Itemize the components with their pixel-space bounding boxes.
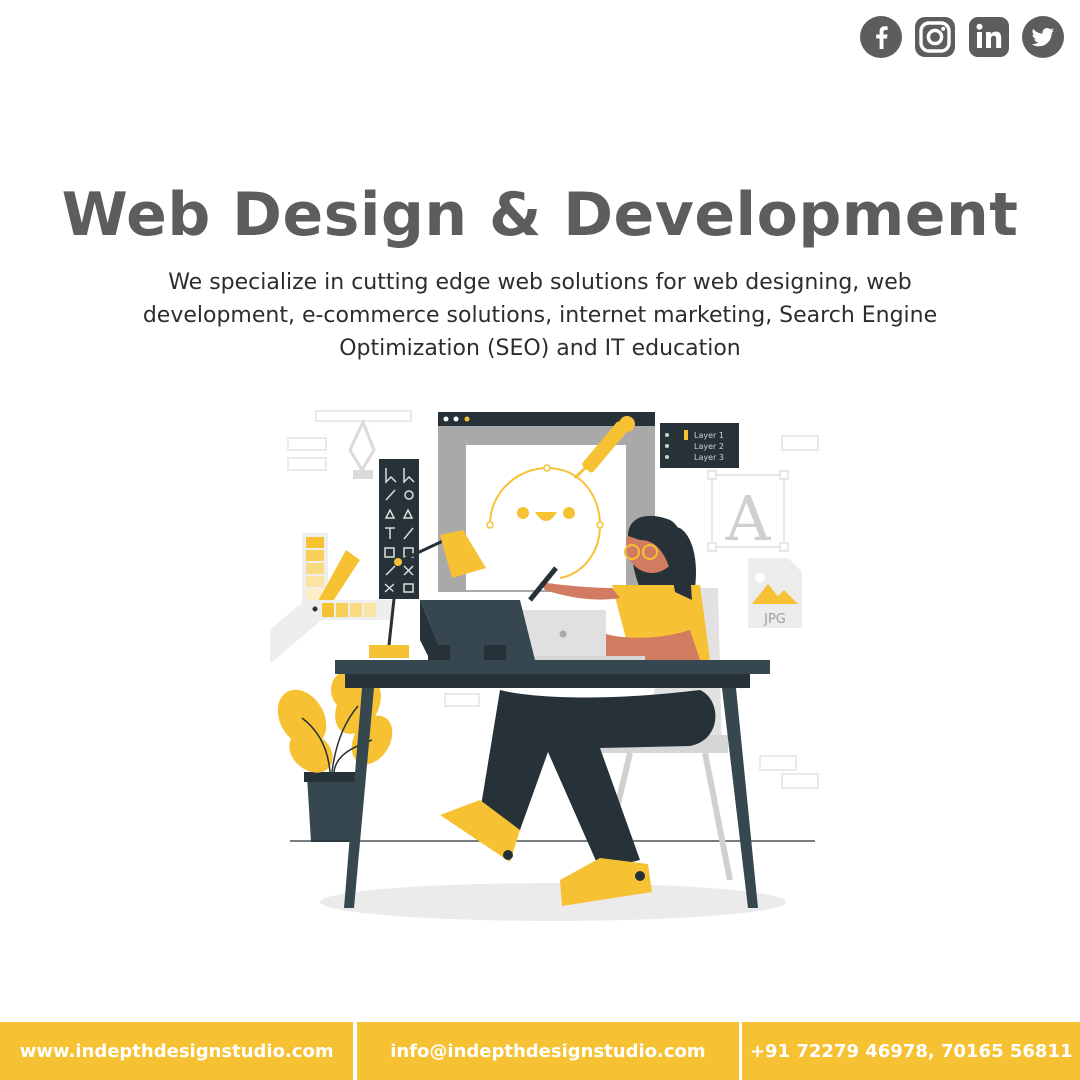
twitter-icon[interactable] — [1022, 16, 1064, 58]
layers-panel: Layer 1 Layer 2 Layer 3 — [660, 423, 739, 468]
pen-tool-icon — [348, 418, 376, 479]
designer-illustration: Layer 1 Layer 2 Layer 3 A JPG — [270, 410, 819, 921]
page-title: Web Design & Development — [61, 180, 1019, 250]
tools-panel — [379, 459, 419, 599]
svg-text:A: A — [725, 482, 772, 555]
svg-text:Layer 3: Layer 3 — [694, 453, 724, 462]
svg-text:Layer 2: Layer 2 — [694, 442, 724, 451]
phone-numbers[interactable]: +91 72279 46978, 70165 56811 — [742, 1022, 1080, 1080]
social-links — [860, 16, 1064, 58]
website-link[interactable]: www.indepthdesignstudio.com — [0, 1022, 353, 1080]
svg-text:JPG: JPG — [763, 612, 786, 627]
drawing-tablet — [420, 600, 535, 660]
page-description: We specialize in cutting edge web soluti… — [142, 270, 938, 361]
facebook-icon[interactable] — [860, 16, 902, 58]
svg-text:Layer 1: Layer 1 — [694, 431, 724, 440]
contact-footer: www.indepthdesignstudio.com info@indepth… — [0, 1022, 1080, 1080]
email-link[interactable]: info@indepthdesignstudio.com — [357, 1022, 738, 1080]
linkedin-icon[interactable] — [968, 16, 1010, 58]
instagram-icon[interactable] — [914, 16, 956, 58]
plant — [277, 672, 393, 842]
